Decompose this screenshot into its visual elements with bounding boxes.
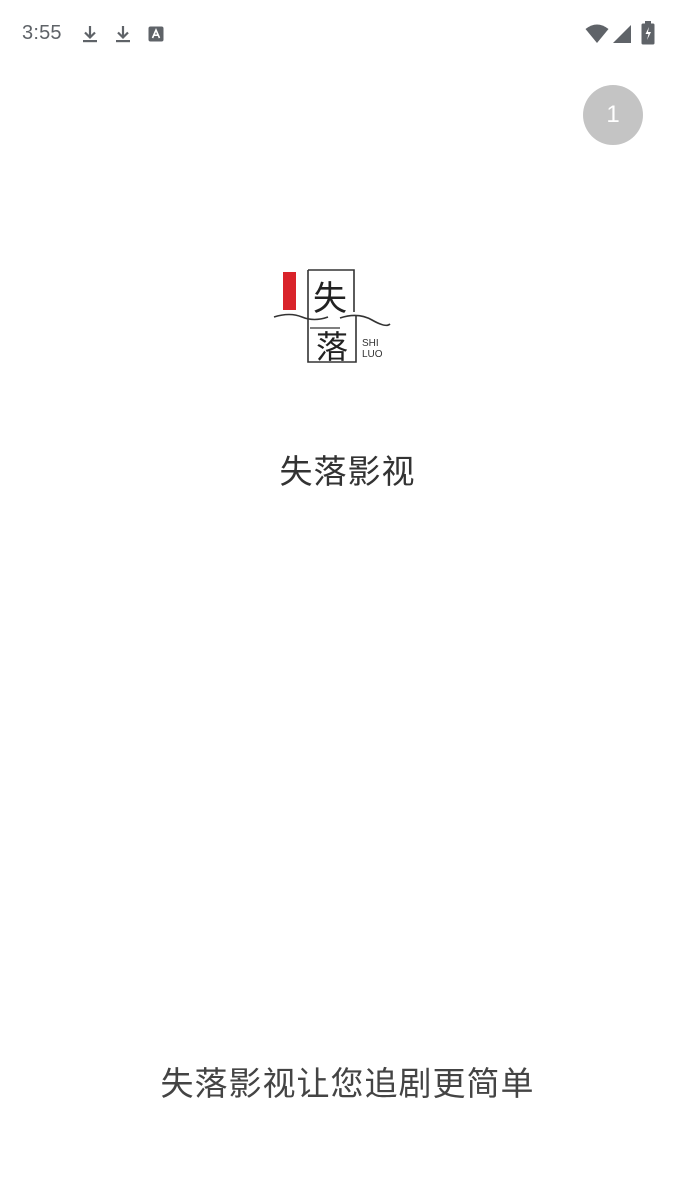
status-bar: 3:55 [0, 0, 695, 70]
status-time: 3:55 [22, 22, 62, 44]
logo-badge-text: SIL [301, 284, 311, 299]
logo-latin-line2: LUO [362, 349, 383, 360]
logo-badge [283, 272, 296, 310]
download-icon [80, 24, 100, 44]
skip-countdown-button[interactable]: 1 [583, 85, 643, 145]
logo-char-top: 失 [313, 279, 347, 319]
wifi-icon [585, 24, 609, 44]
text-a-icon [148, 26, 164, 42]
cell-signal-icon [612, 24, 632, 44]
app-logo: SIL 失 落 SHI LUO [270, 262, 394, 370]
logo-latin-line1: SHI [362, 338, 379, 349]
app-slogan: 失落影视让您追剧更简单 [160, 1064, 535, 1103]
download-icon [113, 24, 133, 44]
logo-char-bottom: 落 [316, 328, 348, 366]
battery-charging-icon [641, 21, 655, 45]
app-name: 失落影视 [279, 452, 416, 491]
